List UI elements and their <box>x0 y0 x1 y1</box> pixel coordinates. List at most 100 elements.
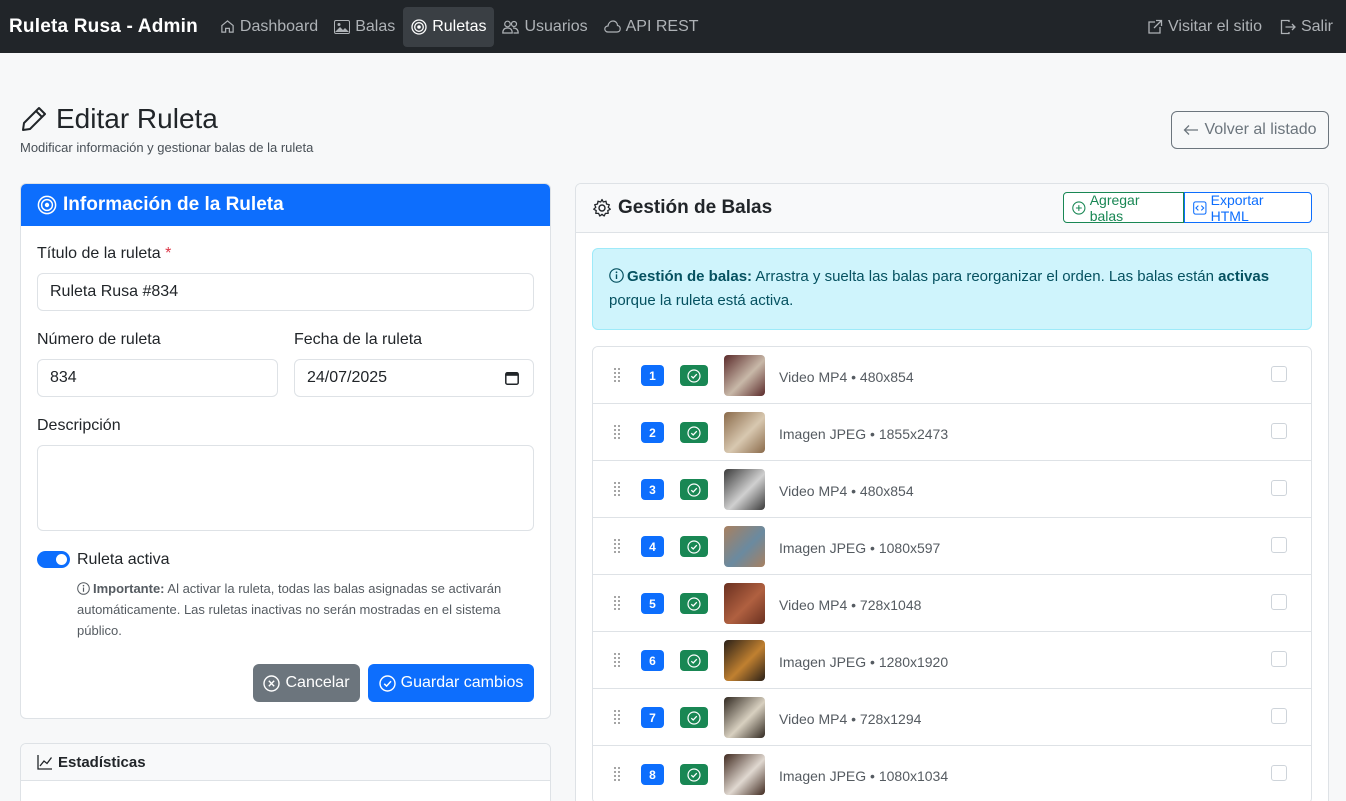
bullet-select-checkbox[interactable] <box>1271 594 1287 610</box>
bullets-list: 1 Video MP4 • 480x854 2 Imagen JPEG • 18… <box>592 346 1312 801</box>
logout-icon <box>1280 19 1296 34</box>
bullet-description: Imagen JPEG • 1080x597 <box>779 540 941 556</box>
bullet-description: Imagen JPEG • 1280x1920 <box>779 654 949 670</box>
bullets-management-header: Gestión de Balas Agregar balas Exportar … <box>576 184 1328 233</box>
check-circle-icon <box>687 653 701 668</box>
nav-api[interactable]: API REST <box>596 7 707 47</box>
roulette-info-title: Información de la Ruleta <box>63 194 284 215</box>
number-input[interactable]: 834 <box>37 359 278 397</box>
bullet-description: Video MP4 • 728x1294 <box>779 711 922 727</box>
description-textarea[interactable] <box>37 445 534 531</box>
bullet-thumbnail[interactable] <box>724 640 765 681</box>
brand-title[interactable]: Ruleta Rusa - Admin <box>9 16 198 38</box>
bullet-row[interactable]: 1 Video MP4 • 480x854 <box>593 347 1311 404</box>
nav-visit-site[interactable]: Visitar el sitio <box>1139 7 1270 47</box>
date-input-value: 24/07/2025 <box>307 369 388 386</box>
active-toggle[interactable] <box>37 551 70 568</box>
alert-text-1: Arrastra y suelta las balas para reorgan… <box>755 268 1214 285</box>
alert-strong: Gestión de balas: <box>627 268 753 285</box>
bullets-actions: Agregar balas Exportar HTML <box>1063 191 1312 224</box>
bullet-row[interactable]: 7 Video MP4 • 728x1294 <box>593 689 1311 746</box>
grip-vertical-icon[interactable] <box>613 766 621 782</box>
title-input[interactable]: Ruleta Rusa #834 <box>37 273 534 311</box>
grip-vertical-icon[interactable] <box>613 367 621 383</box>
bullet-row[interactable]: 4 Imagen JPEG • 1080x597 <box>593 518 1311 575</box>
bullet-select-checkbox[interactable] <box>1271 708 1287 724</box>
bullet-thumbnail[interactable] <box>724 754 765 795</box>
bullets-management-title: Gestión de Balas <box>618 197 773 218</box>
bullet-thumbnail[interactable] <box>724 583 765 624</box>
info-circle-icon <box>609 268 624 283</box>
house-icon <box>221 20 234 33</box>
bullet-thumbnail[interactable] <box>724 469 765 510</box>
external-link-icon <box>1148 19 1163 34</box>
grip-vertical-icon[interactable] <box>613 424 621 440</box>
export-html-button[interactable]: Exportar HTML <box>1184 192 1312 224</box>
page-subtitle: Modificar información y gestionar balas … <box>20 140 314 155</box>
add-bullets-label: Agregar balas <box>1089 191 1140 224</box>
check-circle-icon <box>687 710 701 725</box>
people-icon <box>502 20 520 34</box>
bullet-row[interactable]: 8 Imagen JPEG • 1080x1034 <box>593 746 1311 801</box>
active-toggle-label: Ruleta activa <box>77 551 170 568</box>
grip-vertical-icon[interactable] <box>613 481 621 497</box>
bullet-select-checkbox[interactable] <box>1271 480 1287 496</box>
graph-up-icon <box>37 755 53 770</box>
image-icon <box>334 19 351 34</box>
grip-vertical-icon[interactable] <box>613 538 621 554</box>
nav-api-label: API REST <box>625 17 699 35</box>
bullet-active-badge <box>680 707 708 728</box>
bullet-row[interactable]: 3 Video MP4 • 480x854 <box>593 461 1311 518</box>
code-square-icon <box>1193 200 1207 215</box>
gear-icon <box>593 198 611 217</box>
nav-dashboard[interactable]: Dashboard <box>212 7 326 47</box>
bullet-active-badge <box>680 764 708 785</box>
bullet-thumbnail[interactable] <box>724 526 765 567</box>
activation-note-strong: Importante: <box>93 581 165 596</box>
nav-balas[interactable]: Balas <box>326 7 403 47</box>
bullet-thumbnail[interactable] <box>724 412 765 453</box>
nav-visit-site-label: Visitar el sitio <box>1168 17 1262 35</box>
nav-usuarios[interactable]: Usuarios <box>494 7 595 47</box>
bullet-order-badge: 7 <box>641 707 664 728</box>
bullet-row[interactable]: 2 Imagen JPEG • 1855x2473 <box>593 404 1311 461</box>
pencil-icon <box>22 107 46 131</box>
bullet-description: Imagen JPEG • 1080x1034 <box>779 768 949 784</box>
title-field-label-text: Título de la ruleta <box>37 245 161 262</box>
bullet-thumbnail[interactable] <box>724 697 765 738</box>
nav-ruletas-label: Ruletas <box>432 17 487 35</box>
nav-logout-label: Salir <box>1300 17 1333 35</box>
grip-vertical-icon[interactable] <box>613 595 621 611</box>
bullet-select-checkbox[interactable] <box>1271 651 1287 667</box>
save-button[interactable]: Guardar cambios <box>368 664 534 702</box>
save-button-label: Guardar cambios <box>400 674 524 691</box>
stats-card: Estadísticas <box>20 743 551 801</box>
bullet-row[interactable]: 5 Video MP4 • 728x1048 <box>593 575 1311 632</box>
check-circle-icon <box>687 539 701 554</box>
bullet-select-checkbox[interactable] <box>1271 423 1287 439</box>
cancel-button[interactable]: Cancelar <box>253 664 360 702</box>
grip-vertical-icon[interactable] <box>613 652 621 668</box>
check-circle-icon <box>687 596 701 611</box>
calendar-icon[interactable] <box>505 371 519 385</box>
bullet-row[interactable]: 6 Imagen JPEG • 1280x1920 <box>593 632 1311 689</box>
bullet-active-badge <box>680 365 708 386</box>
grip-vertical-icon[interactable] <box>613 709 621 725</box>
bullet-active-badge <box>680 650 708 671</box>
required-mark: * <box>165 245 172 262</box>
info-circle-icon <box>77 582 90 595</box>
back-to-list-button[interactable]: Volver al listado <box>1171 111 1329 149</box>
description-field-label: Descripción <box>37 417 121 434</box>
bullet-description: Imagen JPEG • 1855x2473 <box>779 426 949 442</box>
nav-logout[interactable]: Salir <box>1272 7 1341 47</box>
bullet-select-checkbox[interactable] <box>1271 537 1287 553</box>
add-bullets-button[interactable]: Agregar balas <box>1063 191 1184 224</box>
date-input[interactable]: 24/07/2025 <box>294 359 534 397</box>
stats-title: Estadísticas <box>58 753 146 771</box>
alert-strong-2: activas <box>1218 268 1270 285</box>
bullet-active-badge <box>680 479 708 500</box>
bullet-thumbnail[interactable] <box>724 355 765 396</box>
nav-ruletas[interactable]: Ruletas <box>403 6 495 47</box>
bullet-select-checkbox[interactable] <box>1271 366 1287 382</box>
bullet-select-checkbox[interactable] <box>1271 765 1287 781</box>
